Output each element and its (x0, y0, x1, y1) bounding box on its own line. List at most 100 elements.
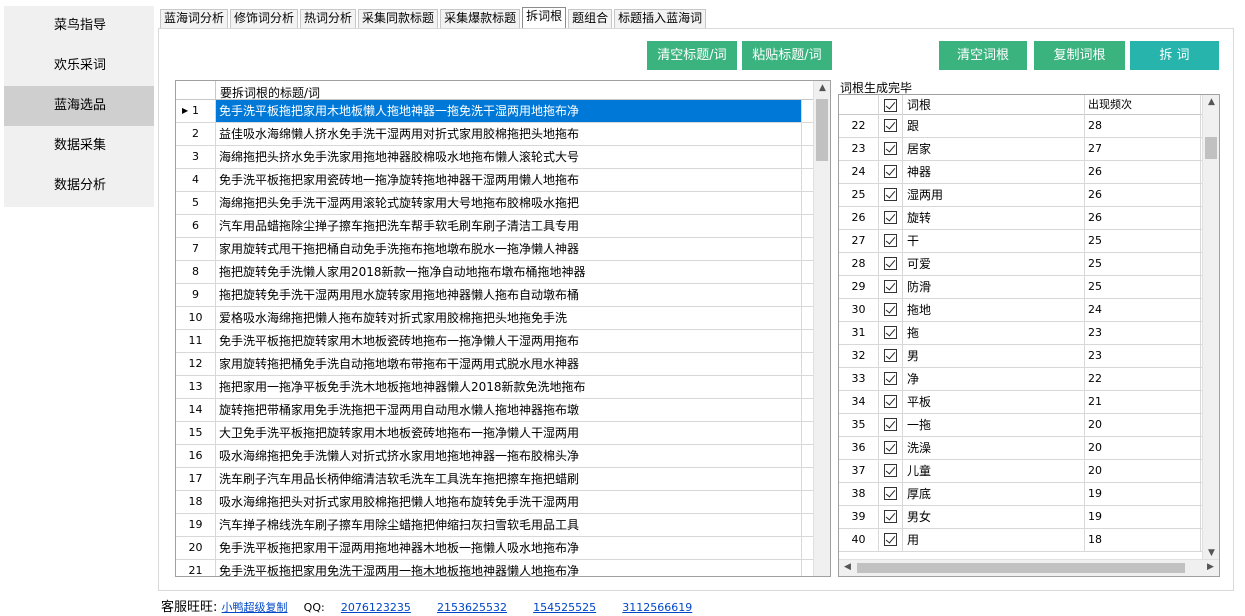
table-row[interactable]: 4 免手洗平板拖把家用瓷砖地一拖净旋转拖地神器干湿两用懒人地拖布 (176, 169, 830, 192)
table-row[interactable]: 33 净 22 (839, 368, 1219, 391)
frequency-cell[interactable]: 20 (1085, 460, 1201, 482)
nav-item-data-analysis[interactable]: 数据分析 (4, 166, 154, 206)
row-checkbox[interactable] (879, 299, 903, 321)
titles-vertical-scrollbar[interactable]: ▲ (813, 81, 830, 576)
frequency-cell[interactable]: 26 (1085, 161, 1201, 183)
root-cell[interactable]: 厚底 (903, 483, 1085, 505)
frequency-cell[interactable]: 27 (1085, 138, 1201, 160)
table-row[interactable]: 22 跟 28 (839, 115, 1219, 138)
frequency-cell[interactable]: 26 (1085, 207, 1201, 229)
tab-split-roots[interactable]: 拆词根 (522, 7, 567, 28)
title-cell[interactable]: 免手洗平板拖把家用木地板懒人拖地神器一拖免洗干湿两用地拖布净 (216, 100, 802, 122)
title-cell[interactable]: 海绵拖把头挤水免手洗家用拖地神器胶棉吸水地拖布懒人滚轮式大号 (216, 146, 802, 168)
table-row[interactable]: 28 可爱 25 (839, 253, 1219, 276)
table-row[interactable]: 10 爱格吸水海绵拖把懒人拖布旋转对折式家用胶棉拖把头地拖免手洗 (176, 307, 830, 330)
frequency-cell[interactable]: 20 (1085, 437, 1201, 459)
qq-link[interactable]: 154525525 (533, 601, 596, 614)
title-cell[interactable]: 爱格吸水海绵拖把懒人拖布旋转对折式家用胶棉拖把头地拖免手洗 (216, 307, 802, 329)
paste-titles-button[interactable]: 粘贴标题/词 (742, 41, 832, 70)
frequency-cell[interactable]: 19 (1085, 483, 1201, 505)
title-cell[interactable]: 拖把家用一拖净平板免手洗木地板拖地神器懒人2018新款免洗地拖布 (216, 376, 802, 398)
root-cell[interactable]: 湿两用 (903, 184, 1085, 206)
frequency-cell[interactable]: 25 (1085, 230, 1201, 252)
table-row[interactable]: 23 居家 27 (839, 138, 1219, 161)
split-button[interactable]: 拆 词 (1130, 41, 1219, 70)
table-row[interactable]: 31 拖 23 (839, 322, 1219, 345)
row-checkbox[interactable] (879, 253, 903, 275)
frequency-column-header[interactable]: 出现频次 (1085, 95, 1201, 115)
table-row[interactable]: 25 湿两用 26 (839, 184, 1219, 207)
clear-titles-button[interactable]: 清空标题/词 (647, 41, 737, 70)
row-checkbox[interactable] (879, 368, 903, 390)
row-checkbox[interactable] (879, 345, 903, 367)
row-checkbox[interactable] (879, 460, 903, 482)
frequency-cell[interactable]: 25 (1085, 276, 1201, 298)
table-row[interactable]: 13 拖把家用一拖净平板免手洗木地板拖地神器懒人2018新款免洗地拖布 (176, 376, 830, 399)
table-row[interactable]: 34 平板 21 (839, 391, 1219, 414)
title-cell[interactable]: 益佳吸水海绵懒人挤水免手洗干湿两用对折式家用胶棉拖把头地拖布 (216, 123, 802, 145)
root-cell[interactable]: 男 (903, 345, 1085, 367)
root-cell[interactable]: 净 (903, 368, 1085, 390)
title-cell[interactable]: 免手洗平板拖把家用免洗干湿两用一拖木地板拖地神器懒人地拖布净 (216, 560, 802, 576)
root-cell[interactable]: 拖地 (903, 299, 1085, 321)
scroll-left-icon[interactable]: ◀ (839, 562, 856, 572)
table-row[interactable]: 3 海绵拖把头挤水免手洗家用拖地神器胶棉吸水地拖布懒人滚轮式大号 (176, 146, 830, 169)
table-row[interactable]: 15 大卫免手洗平板拖把旋转家用木地板瓷砖地拖布一拖净懒人干湿两用 (176, 422, 830, 445)
table-row[interactable]: 17 洗车刷子汽车用品长柄伸缩清洁软毛洗车工具洗车拖把擦车拖把蜡刷 (176, 468, 830, 491)
row-checkbox[interactable] (879, 184, 903, 206)
qq-link[interactable]: 3112566619 (622, 601, 692, 614)
table-row[interactable]: 14 旋转拖把带桶家用免手洗拖把干湿两用自动甩水懒人拖地神器拖布墩 (176, 399, 830, 422)
title-cell[interactable]: 吸水海绵拖把免手洗懒人对折式挤水家用地拖地神器一拖布胶棉头净 (216, 445, 802, 467)
roots-grid[interactable]: 词根 出现频次 22 跟 28 23 居家 27 24 神器 26 25 湿两用 26 26 旋转 26 27… (838, 94, 1220, 577)
title-cell[interactable]: 家用旋转拖把桶免手洗自动拖地墩布带拖布干湿两用式脱水甩水神器 (216, 353, 802, 375)
qq-link[interactable]: 2076123235 (341, 601, 411, 614)
frequency-cell[interactable]: 22 (1085, 368, 1201, 390)
scrollbar-thumb[interactable] (816, 99, 828, 161)
root-cell[interactable]: 旋转 (903, 207, 1085, 229)
root-column-header[interactable]: 词根 (903, 95, 1085, 115)
table-row[interactable]: 24 神器 26 (839, 161, 1219, 184)
scroll-down-icon[interactable]: ▼ (1203, 548, 1219, 558)
root-cell[interactable]: 神器 (903, 161, 1085, 183)
table-row[interactable]: 18 吸水海绵拖把头对折式家用胶棉拖把懒人地拖布旋转免手洗干湿两用 (176, 491, 830, 514)
root-cell[interactable]: 居家 (903, 138, 1085, 160)
titles-column-header[interactable]: 要拆词根的标题/词 (220, 84, 320, 101)
table-row[interactable]: 5 海绵拖把头免手洗干湿两用滚轮式旋转家用大号地拖布胶棉吸水拖把 (176, 192, 830, 215)
frequency-cell[interactable]: 19 (1085, 506, 1201, 528)
table-row[interactable]: 21 免手洗平板拖把家用免洗干湿两用一拖木地板拖地神器懒人地拖布净 (176, 560, 830, 576)
table-row[interactable]: 35 一拖 20 (839, 414, 1219, 437)
row-checkbox[interactable] (879, 207, 903, 229)
title-cell[interactable]: 汽车掸子棉线洗车刷子擦车用除尘蜡拖把伸缩扫灰扫雪软毛用品工具 (216, 514, 802, 536)
row-checkbox[interactable] (879, 483, 903, 505)
title-cell[interactable]: 免手洗平板拖把家用瓷砖地一拖净旋转拖地神器干湿两用懒人地拖布 (216, 169, 802, 191)
frequency-cell[interactable]: 25 (1085, 253, 1201, 275)
row-checkbox[interactable] (879, 414, 903, 436)
row-checkbox[interactable] (879, 161, 903, 183)
root-cell[interactable]: 一拖 (903, 414, 1085, 436)
frequency-cell[interactable]: 20 (1085, 414, 1201, 436)
root-cell[interactable]: 可爱 (903, 253, 1085, 275)
row-checkbox[interactable] (879, 529, 903, 551)
table-row[interactable]: 27 干 25 (839, 230, 1219, 253)
root-cell[interactable]: 洗澡 (903, 437, 1085, 459)
table-row[interactable]: 11 免手洗平板拖把旋转家用木地板瓷砖地拖布一拖净懒人干湿两用拖布 (176, 330, 830, 353)
tab-collect-same-titles[interactable]: 采集同款标题 (358, 9, 439, 28)
scroll-right-icon[interactable]: ▶ (1202, 562, 1219, 572)
tab-modifier-analysis[interactable]: 修饰词分析 (230, 9, 299, 28)
roots-horizontal-scrollbar[interactable]: ◀ ▶ (839, 559, 1219, 576)
table-row[interactable]: 7 家用旋转式甩干拖把桶自动免手洗拖布拖地墩布脱水一拖净懒人神器 (176, 238, 830, 261)
title-cell[interactable]: 大卫免手洗平板拖把旋转家用木地板瓷砖地拖布一拖净懒人干湿两用 (216, 422, 802, 444)
table-row[interactable]: 39 男女 19 (839, 506, 1219, 529)
scrollbar-thumb[interactable] (857, 563, 1185, 573)
table-row[interactable]: 38 厚底 19 (839, 483, 1219, 506)
row-checkbox[interactable] (879, 391, 903, 413)
title-cell[interactable]: 拖把旋转免手洗干湿两用甩水旋转家用拖地神器懒人拖布自动墩布桶 (216, 284, 802, 306)
row-checkbox[interactable] (879, 276, 903, 298)
title-cell[interactable]: 洗车刷子汽车用品长柄伸缩清洁软毛洗车工具洗车拖把擦车拖把蜡刷 (216, 468, 802, 490)
root-cell[interactable]: 拖 (903, 322, 1085, 344)
row-checkbox[interactable] (879, 115, 903, 137)
root-cell[interactable]: 平板 (903, 391, 1085, 413)
copy-roots-button[interactable]: 复制词根 (1034, 41, 1125, 70)
title-cell[interactable]: 旋转拖把带桶家用免手洗拖把干湿两用自动甩水懒人拖地神器拖布墩 (216, 399, 802, 421)
table-row[interactable]: 37 儿童 20 (839, 460, 1219, 483)
